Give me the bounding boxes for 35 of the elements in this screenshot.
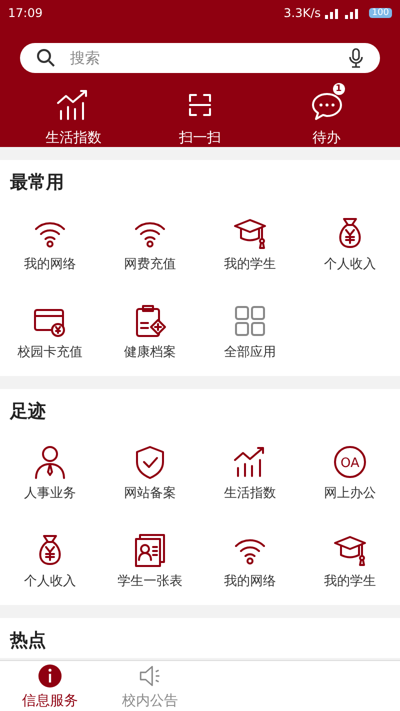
battery-level: 100 (368, 8, 392, 18)
app-shortcut[interactable]: 个人收入 (300, 200, 400, 288)
app-shortcut[interactable]: 人事业务 (0, 429, 100, 517)
info-icon (37, 662, 63, 688)
person-icon (32, 444, 68, 480)
section-title: 足迹 (8, 400, 47, 424)
section-title: 热点 (8, 629, 47, 653)
quick-action[interactable]: 扫一扫 (150, 87, 250, 147)
student-card-icon (132, 532, 168, 568)
quick-action[interactable]: 生活指数 (23, 87, 124, 147)
count-badge: 1 (332, 83, 345, 95)
app-shortcut[interactable]: 生活指数 (200, 429, 300, 517)
app-shortcut[interactable]: 学生一张表 (100, 517, 200, 605)
app-shortcut[interactable]: OA 网上办公 (300, 429, 400, 517)
status-time: 17:09 (8, 6, 44, 20)
app-shortcut[interactable]: 校园卡充值 (0, 288, 100, 376)
app-shortcut[interactable]: 我的学生 (200, 200, 300, 288)
app-shortcut[interactable]: 网费充值 (100, 200, 200, 288)
network-speed: 3.3K/s (284, 6, 321, 20)
oa-icon: OA (332, 444, 368, 480)
section-title: 最常用 (9, 171, 65, 195)
app-shortcut[interactable]: 我的学生 (300, 517, 400, 605)
app-shortcut[interactable]: 全部应用 (200, 288, 300, 376)
app-shortcut[interactable]: 个人收入 (0, 517, 100, 605)
grid-icon (232, 303, 268, 339)
app-shortcut[interactable]: 我的网络 (0, 200, 100, 288)
search-input[interactable]: 搜索 (68, 48, 336, 68)
search-icon (36, 48, 56, 68)
nav-tab[interactable]: 校内公告 (100, 661, 200, 711)
app-shortcut[interactable]: 网站备案 (100, 429, 200, 517)
search-field[interactable]: 搜索 (20, 42, 380, 73)
nav-tab[interactable]: 信息服务 (0, 661, 100, 711)
microphone-icon[interactable] (348, 48, 364, 68)
app-shortcut[interactable]: 健康档案 (100, 288, 200, 376)
app-shortcut[interactable]: 我的网络 (200, 517, 300, 605)
